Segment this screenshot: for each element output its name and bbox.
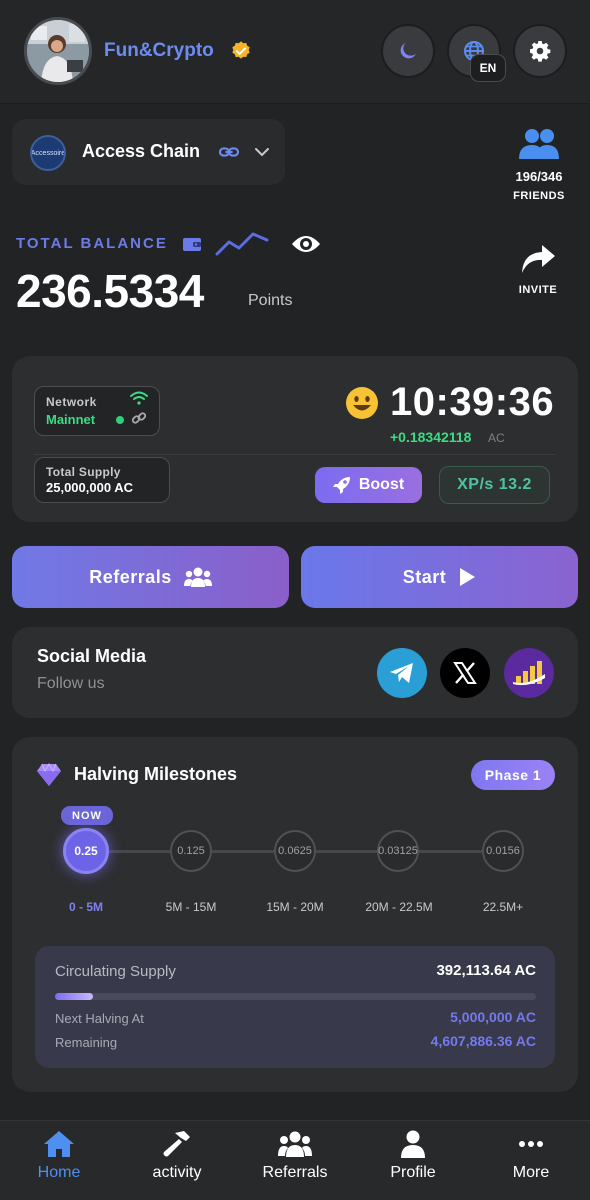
wifi-icon xyxy=(130,391,148,410)
phase-badge: Phase 1 xyxy=(471,760,555,790)
total-balance-label: TOTAL BALANCE xyxy=(16,235,168,252)
circulating-supply-label: Circulating Supply xyxy=(55,963,176,980)
milestone-rate-4: 0.03125 xyxy=(377,830,419,872)
friends-icon[interactable] xyxy=(518,127,560,166)
milestone-range-1: 0 - 5M xyxy=(68,900,103,914)
supply-progress-fill xyxy=(55,993,93,1000)
milestone-range-2: 5M - 15M xyxy=(165,900,217,914)
verified-badge-icon xyxy=(230,40,252,62)
username: Fun&Crypto xyxy=(104,40,214,61)
chart-app-icon[interactable] xyxy=(504,648,554,698)
rocket-icon xyxy=(332,477,350,494)
boost-label: Boost xyxy=(358,476,405,493)
share-icon[interactable] xyxy=(520,243,556,280)
chevron-down-icon[interactable] xyxy=(254,145,270,164)
network-label: Network xyxy=(46,395,97,409)
social-media-subtitle: Follow us xyxy=(37,675,105,692)
nav-profile[interactable]: Profile xyxy=(354,1120,472,1200)
social-media-card xyxy=(12,627,578,718)
now-badge: NOW xyxy=(61,806,113,825)
theme-toggle-button[interactable] xyxy=(381,24,435,78)
milestone-rate-2: 0.125 xyxy=(170,830,212,872)
milestone-range-5: 22.5M+ xyxy=(482,900,524,914)
avatar-photo xyxy=(27,20,89,82)
milestone-range-4: 20M - 22.5M xyxy=(365,900,433,914)
balance-unit: Points xyxy=(248,292,293,309)
total-supply-value: 25,000,000 AC xyxy=(46,480,133,495)
telegram-icon[interactable] xyxy=(377,648,427,698)
next-halving-value: 5,000,000 AC xyxy=(450,1009,536,1025)
total-supply-label: Total Supply xyxy=(46,465,121,479)
milestone-rate-5: 0.0156 xyxy=(482,830,524,872)
play-icon xyxy=(460,568,476,586)
next-halving-label: Next Halving At xyxy=(55,1011,144,1026)
smiley-icon xyxy=(345,386,379,425)
diamond-icon xyxy=(36,762,62,792)
hammer-icon xyxy=(163,1131,190,1157)
more-icon xyxy=(519,1141,543,1147)
trend-chart-icon xyxy=(215,228,269,261)
language-badge[interactable]: EN xyxy=(470,54,506,82)
nav-more[interactable]: More xyxy=(472,1120,590,1200)
settings-button[interactable] xyxy=(513,24,567,78)
start-button-label: Start xyxy=(402,566,447,587)
nav-home[interactable]: Home xyxy=(0,1120,118,1200)
avatar[interactable] xyxy=(24,17,92,85)
chain-logo: Accessoire xyxy=(30,135,66,171)
start-button[interactable]: Start xyxy=(301,546,578,608)
supply-progress-track xyxy=(55,993,536,1000)
nav-more-label: More xyxy=(512,1164,550,1181)
mining-rate-unit: AC xyxy=(488,431,505,445)
link-icon xyxy=(218,143,240,166)
nav-home-label: Home xyxy=(37,1164,81,1181)
users-icon xyxy=(183,567,212,587)
user-icon xyxy=(401,1130,425,1158)
eye-icon[interactable] xyxy=(290,232,322,261)
gear-icon xyxy=(530,41,551,62)
referrals-button-label: Referrals xyxy=(89,566,172,587)
nav-referrals[interactable]: Referrals xyxy=(236,1120,354,1200)
remaining-label: Remaining xyxy=(55,1035,118,1050)
milestone-rate-1: 0.25 xyxy=(63,828,109,874)
x-twitter-icon[interactable] xyxy=(440,648,490,698)
home-icon xyxy=(44,1131,74,1157)
mining-timer: 10:39:36 xyxy=(390,380,555,424)
friends-label: FRIENDS xyxy=(513,190,565,202)
status-dot xyxy=(116,416,124,424)
milestone-rate-3: 0.0625 xyxy=(274,830,316,872)
halving-title: Halving Milestones xyxy=(74,764,238,784)
boost-button[interactable]: Boost xyxy=(315,467,422,503)
network-value: Mainnet xyxy=(46,412,96,427)
balance-value: 236.5334 xyxy=(16,265,204,317)
nav-profile-label: Profile xyxy=(390,1164,436,1181)
users-icon xyxy=(278,1131,312,1157)
moon-icon xyxy=(400,43,416,59)
circulating-supply-value: 392,113.64 AC xyxy=(436,962,536,979)
social-media-title: Social Media xyxy=(37,646,147,666)
chain-link-icon xyxy=(131,410,147,431)
nav-activity-label: activity xyxy=(152,1164,202,1181)
mining-rate: +0.18342118 xyxy=(390,429,472,445)
xp-rate: XP/s 13.2 xyxy=(439,466,550,504)
remaining-value: 4,607,886.36 AC xyxy=(430,1033,536,1049)
chain-name: Access Chain xyxy=(82,141,201,161)
mining-divider xyxy=(34,454,556,455)
nav-activity[interactable]: activity xyxy=(118,1120,236,1200)
referrals-button[interactable]: Referrals xyxy=(12,546,289,608)
nav-referrals-label: Referrals xyxy=(262,1164,328,1181)
friends-count: 196/346 xyxy=(515,169,563,184)
invite-label[interactable]: INVITE xyxy=(510,284,566,296)
milestone-range-3: 15M - 20M xyxy=(266,900,324,914)
wallet-icon xyxy=(182,236,202,257)
